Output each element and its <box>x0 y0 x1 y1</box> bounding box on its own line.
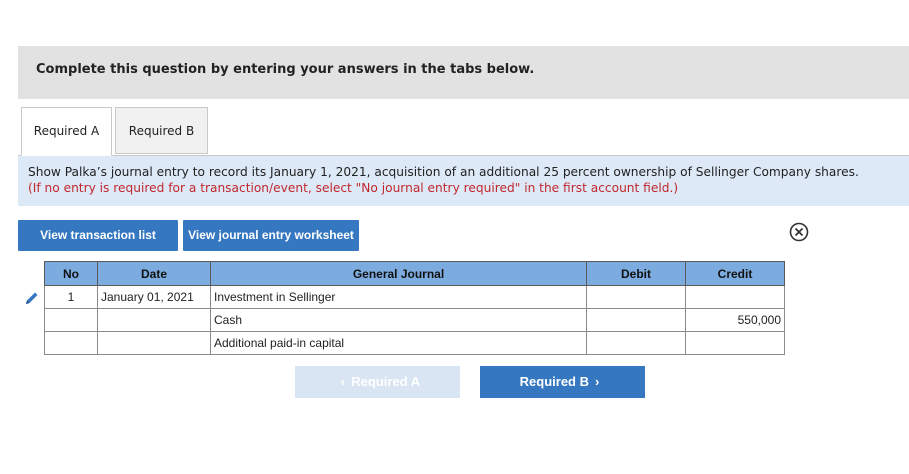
table-header-row: No Date General Journal Debit Credit <box>44 261 785 286</box>
previous-required-a-button: ‹ Required A <box>295 366 460 398</box>
debit-cell[interactable] <box>586 331 686 355</box>
date-cell[interactable]: January 01, 2021 <box>97 285 211 309</box>
credit-cell[interactable] <box>685 331 785 355</box>
general-journal-table: No Date General Journal Debit Credit 1 J… <box>44 261 785 355</box>
next-button-label: Required B <box>519 374 589 389</box>
date-cell[interactable] <box>97 308 211 332</box>
row-no-cell: 1 <box>44 285 98 309</box>
instruction-main-text: Show Palka’s journal entry to record its… <box>28 165 859 179</box>
next-required-b-button[interactable]: Required B › <box>480 366 645 398</box>
date-cell[interactable] <box>97 331 211 355</box>
table-row: 1 January 01, 2021 Investment in Selling… <box>44 285 785 309</box>
account-cell[interactable]: Additional paid-in capital <box>210 331 587 355</box>
table-row: Additional paid-in capital <box>44 331 785 355</box>
chevron-left-icon: ‹ <box>340 374 346 389</box>
table-row: Cash 550,000 <box>44 308 785 332</box>
question-instructions: Show Palka’s journal entry to record its… <box>18 156 909 206</box>
credit-cell[interactable] <box>685 285 785 309</box>
header-credit: Credit <box>685 261 785 286</box>
previous-button-label: Required A <box>351 374 421 389</box>
header-date: Date <box>97 261 211 286</box>
tab-required-a[interactable]: Required A <box>21 107 112 156</box>
debit-cell[interactable] <box>586 308 686 332</box>
view-transaction-list-button[interactable]: View transaction list <box>18 220 178 251</box>
instruction-banner: Complete this question by entering your … <box>18 46 909 99</box>
row-no-cell <box>44 308 98 332</box>
debit-cell[interactable] <box>586 285 686 309</box>
view-journal-worksheet-button[interactable]: View journal entry worksheet <box>183 220 359 251</box>
tab-required-b[interactable]: Required B <box>115 107 208 154</box>
header-general-journal: General Journal <box>210 261 587 286</box>
header-no: No <box>44 261 98 286</box>
pencil-icon[interactable] <box>24 290 40 306</box>
row-no-cell <box>44 331 98 355</box>
account-cell[interactable]: Cash <box>210 308 587 332</box>
credit-cell[interactable]: 550,000 <box>685 308 785 332</box>
close-circle-icon[interactable] <box>789 222 809 242</box>
header-debit: Debit <box>586 261 686 286</box>
instruction-note-text: (If no entry is required for a transacti… <box>28 181 679 195</box>
banner-text: Complete this question by entering your … <box>36 62 535 77</box>
chevron-right-icon: › <box>595 374 600 389</box>
account-cell[interactable]: Investment in Sellinger <box>210 285 587 309</box>
